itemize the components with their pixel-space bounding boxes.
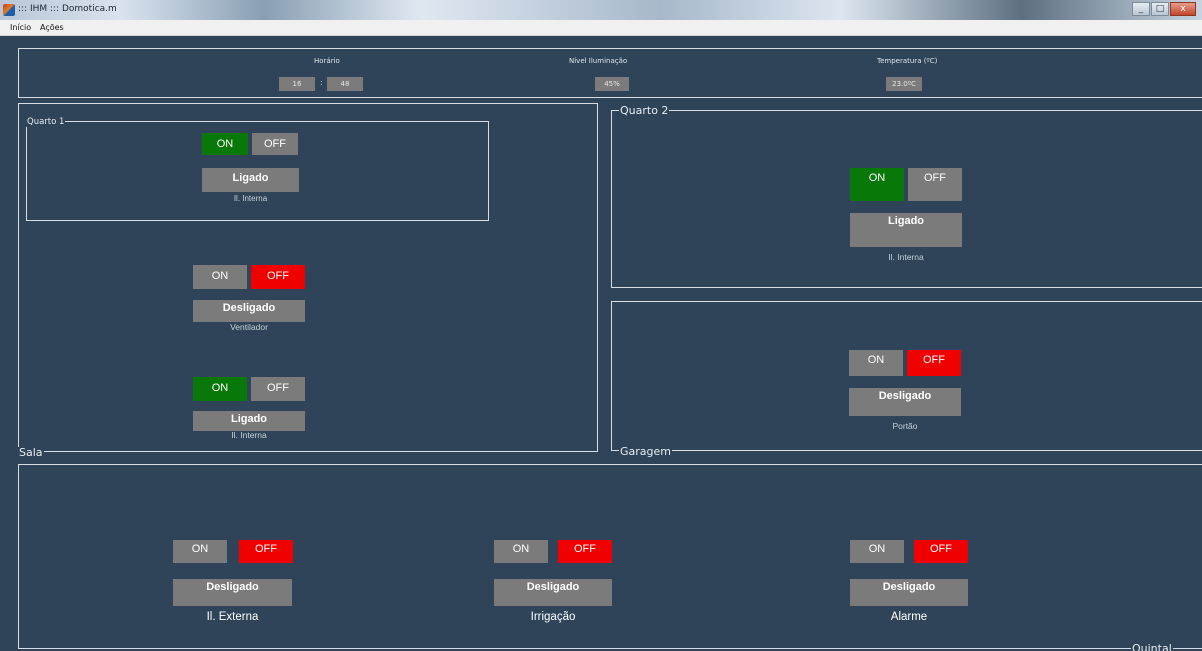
quintal-alarme-name: Alarme [890,611,928,623]
menu-inicio[interactable]: Início [10,23,31,32]
garagem-panel: Garagem ON OFF Desligado Portão [611,301,1202,457]
quarto2-panel: Quarto 2 ON OFF Ligado Il. Interna [611,105,1202,288]
quarto1-on-button[interactable]: ON [202,133,248,155]
quintal-externa-name: Il. Externa [206,611,259,623]
quintal-irrigacao-off-button[interactable]: OFF [558,540,612,563]
sala-iluminacao-name: Il. Interna [231,430,267,440]
menu-acoes[interactable]: Ações [40,23,64,32]
quintal-alarme-on-button[interactable]: ON [850,540,904,563]
quintal-irrigacao-name: Irrigação [530,611,576,623]
sala-ventilador-on-button[interactable]: ON [193,265,247,289]
matlab-app-icon [3,4,15,16]
sala-panel: Sala Quarto 1 ON OFF Ligado Il. Interna … [18,103,598,458]
quintal-alarme-off-button[interactable]: OFF [914,540,968,563]
menu-bar: Início Ações [0,20,1202,36]
quarto2-device-name: Il. Interna [888,252,924,262]
quintal-title: Quintal [1131,643,1173,651]
sala-ventilador-off-button[interactable]: OFF [251,265,305,289]
sala-iluminacao-on-button[interactable]: ON [193,377,247,401]
quarto1-off-button[interactable]: OFF [252,133,298,155]
status-panel: Horário 16 : 48 Nível Iluminação 45% Tem… [18,48,1202,98]
sala-title: Sala [18,446,44,459]
quintal-irrigacao-on-button[interactable]: ON [494,540,548,563]
quintal-panel: Quintal ON OFF Desligado Il. Externa ON … [18,464,1202,651]
window-title-bar: ::: IHM ::: Domotica.m _ □ x [0,0,1202,20]
garagem-title: Garagem [619,445,672,458]
hour-display: 16 [279,77,315,91]
horario-label: Horário [314,57,340,65]
sala-ventilador-name: Ventilador [230,322,268,332]
garagem-device-name: Portão [892,421,918,431]
quintal-externa-on-button[interactable]: ON [173,540,227,563]
garagem-off-button[interactable]: OFF [907,350,961,376]
close-button[interactable]: x [1170,2,1196,16]
time-separator: : [320,78,323,87]
garagem-status: Desligado [849,388,961,416]
quarto2-off-button[interactable]: OFF [908,168,962,201]
minimize-button[interactable]: _ [1132,2,1150,16]
minute-display: 48 [327,77,363,91]
quarto1-title: Quarto 1 [26,117,66,127]
sala-ventilador-status: Desligado [193,300,305,322]
quintal-externa-status: Desligado [173,579,292,606]
temperatura-display: 23.0ºC [886,77,922,91]
quintal-irrigacao-status: Desligado [494,579,612,606]
iluminacao-display: 45% [595,77,629,91]
temperatura-label: Temperatura (ºC) [877,57,938,65]
quarto1-device-name: Il. Interna [233,194,268,203]
sala-iluminacao-status: Ligado [193,411,305,431]
quarto2-title: Quarto 2 [619,104,670,117]
quarto1-panel: Quarto 1 ON OFF Ligado Il. Interna [26,117,489,221]
quintal-externa-off-button[interactable]: OFF [239,540,293,563]
iluminacao-label: Nível Iluminação [569,57,628,65]
maximize-button[interactable]: □ [1151,2,1169,16]
quarto1-status: Ligado [202,168,299,192]
quarto2-status: Ligado [850,213,962,247]
quarto2-on-button[interactable]: ON [850,168,904,201]
quintal-alarme-status: Desligado [850,579,968,606]
sala-iluminacao-off-button[interactable]: OFF [251,377,305,401]
window-title: ::: IHM ::: Domotica.m [18,4,117,14]
window-controls: _ □ x [1131,2,1196,16]
garagem-on-button[interactable]: ON [849,350,903,376]
